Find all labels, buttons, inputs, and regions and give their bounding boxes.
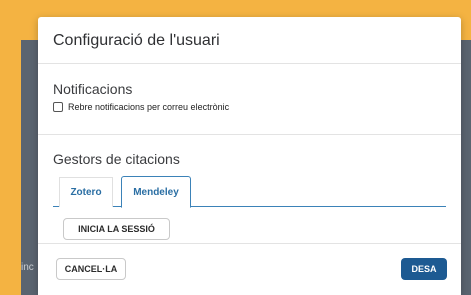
- citation-manager-tabs: Zotero Mendeley: [53, 176, 446, 208]
- modal-footer: CANCEL·LA DESA: [38, 243, 461, 295]
- email-notifications-label: Rebre notificacions per correu electròni…: [68, 102, 230, 112]
- notifications-section: Notificacions Rebre notificacions per co…: [38, 64, 461, 135]
- citation-managers-title: Gestors de citacions: [53, 151, 180, 167]
- save-button[interactable]: DESA: [401, 258, 447, 280]
- tab-mendeley[interactable]: Mendeley: [121, 176, 191, 208]
- modal-header: Configuració de l'usuari: [38, 17, 461, 64]
- user-settings-modal: Configuració de l'usuari Notificacions R…: [38, 17, 461, 295]
- modal-title: Configuració de l'usuari: [53, 32, 220, 49]
- backdrop-partial-text: inc: [21, 262, 34, 273]
- notifications-title: Notificacions: [53, 81, 133, 97]
- email-notifications-checkbox[interactable]: [53, 102, 63, 112]
- tab-zotero[interactable]: Zotero: [59, 177, 113, 207]
- cancel-button[interactable]: CANCEL·LA: [56, 258, 126, 280]
- email-notifications-option[interactable]: Rebre notificacions per correu electròni…: [53, 102, 461, 112]
- login-button[interactable]: INICIA LA SESSIÓ: [63, 218, 170, 240]
